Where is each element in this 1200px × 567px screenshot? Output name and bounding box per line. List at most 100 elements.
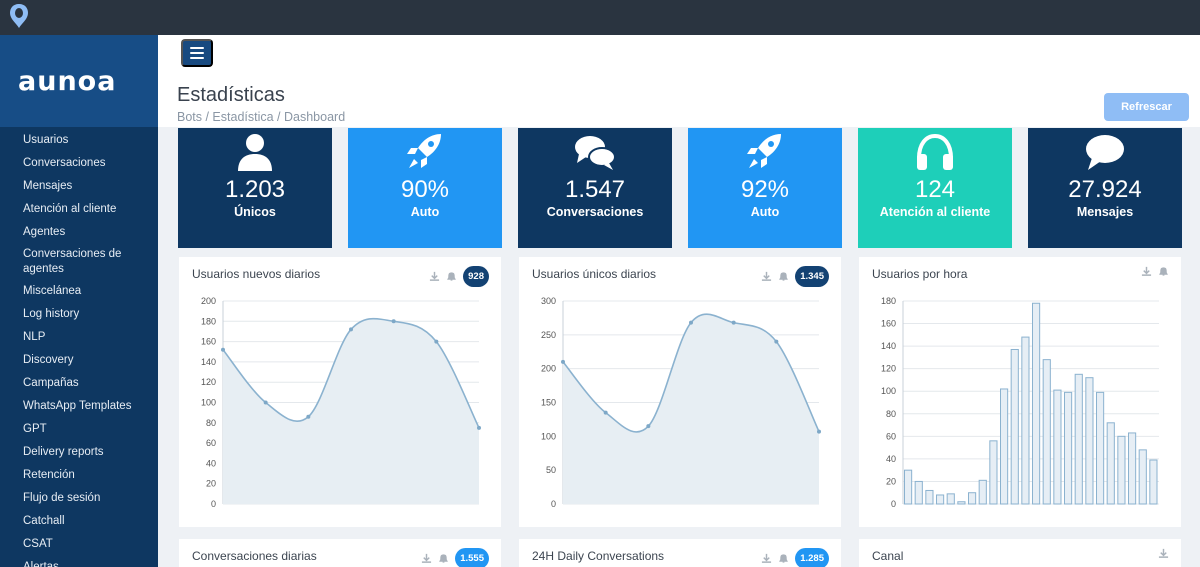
data-point [306,414,311,419]
sidebar-item-miscelanea[interactable]: Miscelánea [0,280,158,303]
data-point [391,319,396,324]
unique-users-area-chart: 0 50 100 150 200 250 300 [541,296,821,509]
data-point [689,320,693,325]
sidebar-item-csat[interactable]: CSAT [0,533,158,556]
y-tick-label: 80 [206,418,216,428]
data-point [349,327,353,332]
stat-value: 124 [914,176,956,203]
bell-icon[interactable] [446,271,457,282]
sidebar-item-atencion[interactable]: Atención al cliente [0,198,158,221]
y-tick-label: 100 [541,431,556,441]
bar [904,469,913,505]
y-tick-label: 20 [886,476,896,486]
sidebar-item-gpt[interactable]: GPT [0,418,158,441]
count-badge: 1.285 [795,548,829,567]
sidebar-item-alertas[interactable]: Alertas [0,556,158,567]
y-tick-label: 40 [886,454,896,464]
y-tick-label: 40 [206,458,216,468]
download-icon[interactable] [761,553,772,564]
data-point [477,425,481,430]
y-tick-label: 120 [201,377,216,387]
y-tick-label: 0 [891,499,896,509]
stat-label: Auto [750,205,780,219]
sidebar-item-usuarios[interactable]: Usuarios [0,129,158,152]
card-title: Usuarios por hora [872,267,968,281]
bell-icon[interactable] [778,553,789,564]
stat-label: Únicos [234,205,276,219]
download-icon[interactable] [429,271,440,282]
sidebar-item-whatsapp-templates[interactable]: WhatsApp Templates [0,395,158,418]
card-channel: Canal [859,539,1181,567]
sidebar-item-nlp[interactable]: NLP [0,326,158,349]
sidebar-item-log-history[interactable]: Log history [0,303,158,326]
count-badge: 1.555 [455,548,489,567]
bar [1032,302,1041,505]
bar [1074,373,1083,505]
data-point [603,410,608,415]
stat-tile-auto-conversations: 92% Auto [688,128,842,248]
bell-icon[interactable] [1158,266,1169,277]
data-point [731,320,736,325]
download-icon[interactable] [1158,548,1169,559]
sidebar: aunoa Usuarios Conversaciones Mensajes A… [0,35,158,567]
data-point [774,339,779,344]
stat-tile-auto-users: 90% Auto [348,128,502,248]
download-icon[interactable] [761,271,772,282]
y-tick-label: 140 [881,341,896,351]
y-tick-label: 160 [881,319,896,329]
y-tick-label: 100 [201,398,216,408]
stat-label: Atención al cliente [879,205,991,219]
bar [1128,432,1137,505]
bell-icon[interactable] [438,553,449,564]
menu-toggle-button[interactable] [181,39,213,67]
download-icon[interactable] [1141,266,1152,277]
card-title: Usuarios nuevos diarios [192,267,321,281]
sidebar-nav: Usuarios Conversaciones Mensajes Atenció… [0,129,158,567]
data-point [263,400,268,405]
y-tick-label: 160 [201,337,216,347]
data-point [817,429,821,434]
sidebar-item-retencion[interactable]: Retención [0,464,158,487]
card-title: Canal [872,549,904,563]
y-tick-label: 120 [881,364,896,374]
bar [1085,377,1094,505]
y-tick-label: 50 [546,465,556,475]
sidebar-item-delivery-reports[interactable]: Delivery reports [0,441,158,464]
card-unique-users: Usuarios únicos diarios 1.345 0 50 100 150 2… [519,257,841,527]
y-tick-label: 200 [541,364,556,374]
bar [1021,336,1030,505]
bar [946,493,955,505]
bar [1149,459,1158,505]
refresh-button[interactable]: Refrescar [1104,93,1189,121]
chat-bubbles-icon [575,136,616,170]
y-tick-label: 20 [206,479,216,489]
bar [1138,449,1147,505]
page-header: Estadísticas Bots / Estadística / Dashbo… [158,35,1200,127]
download-icon[interactable] [421,553,432,564]
speech-bubble-icon [1086,135,1124,170]
sidebar-item-agentes[interactable]: Agentes [0,221,158,244]
y-tick-label: 0 [551,499,556,509]
headphones-icon [917,133,953,170]
stat-tile-messages: 27.924 Mensajes [1028,128,1182,248]
sidebar-item-conv-agentes[interactable]: Conversaciones de agentes [0,244,158,280]
sidebar-item-conversaciones[interactable]: Conversaciones [0,152,158,175]
sidebar-item-mensajes[interactable]: Mensajes [0,175,158,198]
bar [1042,359,1051,505]
bar [1064,391,1073,505]
sidebar-item-catchall[interactable]: Catchall [0,510,158,533]
sidebar-item-campanas[interactable]: Campañas [0,372,158,395]
app-logo-icon [10,4,28,28]
bell-icon[interactable] [778,271,789,282]
brand-logo[interactable]: aunoa [0,35,158,127]
bar [925,489,934,505]
data-point [561,359,565,364]
sidebar-item-discovery[interactable]: Discovery [0,349,158,372]
brand-name: aunoa [18,65,117,97]
y-tick-label: 60 [206,438,216,448]
page-title: Estadísticas [177,84,285,106]
stat-value: 92% [740,176,790,203]
bar [978,479,987,505]
y-tick-label: 200 [201,296,216,306]
sidebar-item-flujo-sesion[interactable]: Flujo de sesión [0,487,158,510]
